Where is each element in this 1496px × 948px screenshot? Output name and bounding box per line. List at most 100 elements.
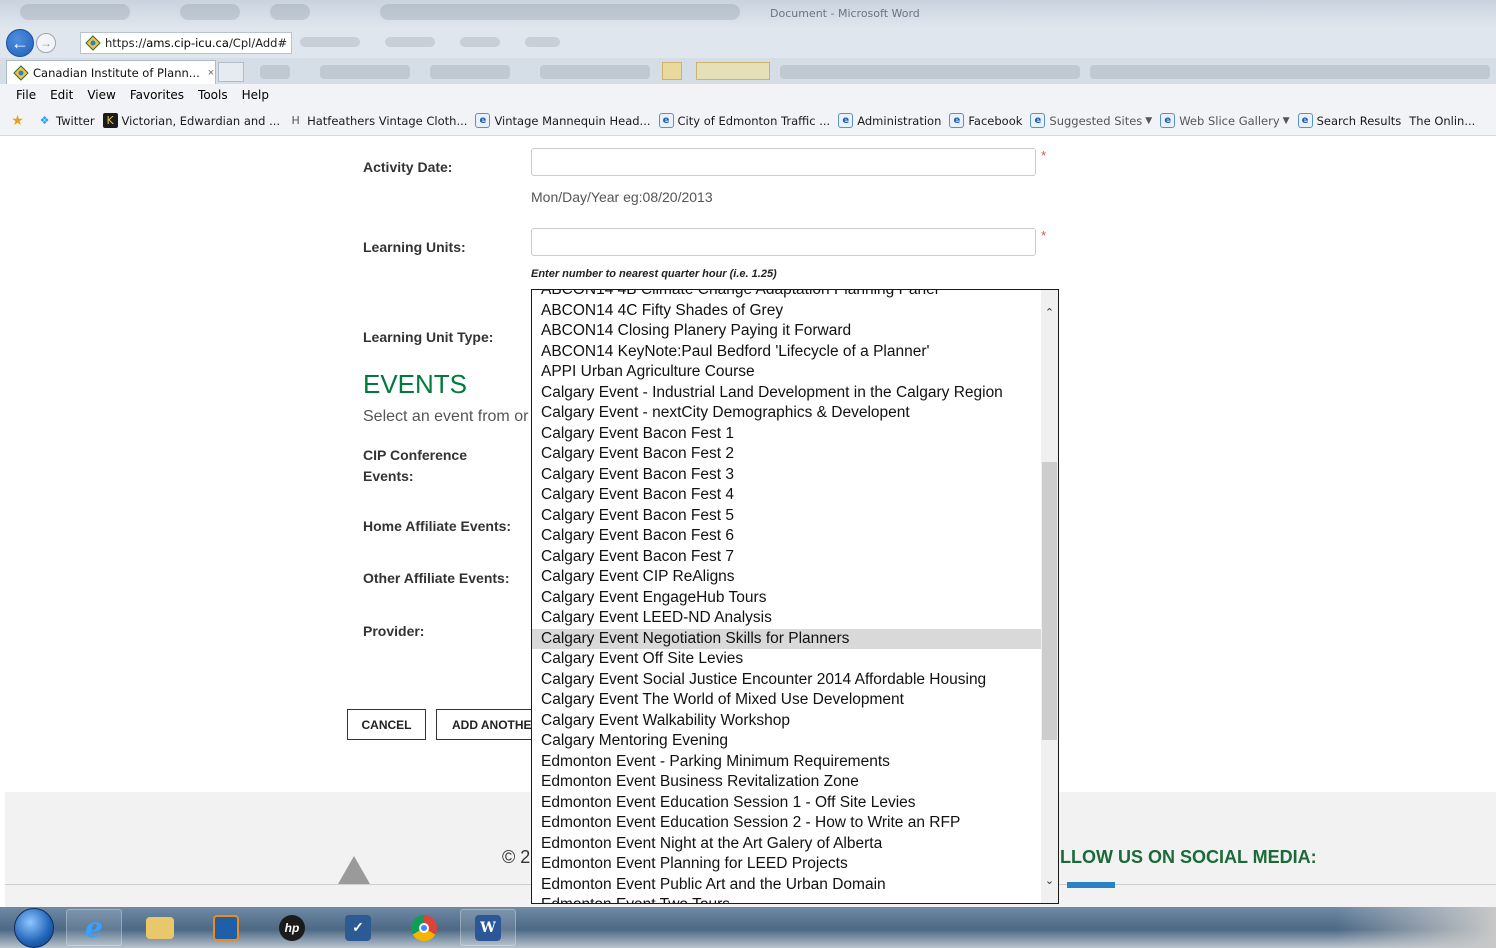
dropdown-option[interactable]: Calgary Event The World of Mixed Use Dev…: [532, 690, 1042, 711]
word-icon: W: [475, 914, 501, 941]
dropdown-option[interactable]: ABCON14 Closing Planery Paying it Forwar…: [532, 321, 1042, 342]
new-tab-button[interactable]: [218, 62, 244, 82]
favorites-star-button[interactable]: ★: [10, 113, 29, 129]
menu-tools[interactable]: Tools: [198, 88, 228, 102]
ie-page-icon: e: [1160, 113, 1176, 128]
dropdown-option[interactable]: ABCON14 KeyNote:Paul Bedford 'Lifecycle …: [532, 342, 1042, 363]
required-mark: *: [1041, 148, 1047, 163]
cip-conference-label-line1: CIP Conference: [363, 447, 467, 463]
dropdown-option[interactable]: ABCON14 4C Fifty Shades of Grey: [532, 301, 1042, 322]
dropdown-options: ABCON14 4B Climate Change Adaptation Pla…: [532, 290, 1042, 903]
favorites-bar: ★ ❖ Twitter K Victorian, Edwardian and ...…: [0, 106, 1496, 136]
favorite-suggested-sites[interactable]: e Suggested Sites ▼: [1030, 113, 1152, 128]
dropdown-option[interactable]: Calgary Event Bacon Fest 7: [532, 547, 1042, 568]
favorite-hatfeathers[interactable]: H Hatfeathers Vintage Cloth...: [288, 113, 467, 128]
menu-help[interactable]: Help: [242, 88, 269, 102]
learning-unit-type-label: Learning Unit Type:: [363, 329, 494, 345]
forward-arrow-icon: →: [40, 36, 52, 50]
dropdown-option[interactable]: Edmonton Event - Parking Minimum Require…: [532, 752, 1042, 773]
internet-explorer-icon: e: [85, 911, 103, 944]
taskbar-media-player[interactable]: [198, 909, 254, 946]
taskbar-internet-explorer[interactable]: e: [66, 909, 122, 946]
dropdown-option[interactable]: Calgary Event - Industrial Land Developm…: [532, 383, 1042, 404]
back-button[interactable]: ←: [6, 29, 34, 57]
provider-label: Provider:: [363, 623, 425, 639]
favorite-facebook[interactable]: e Facebook: [949, 113, 1022, 128]
favorite-victorian[interactable]: K Victorian, Edwardian and ...: [102, 113, 280, 128]
other-affiliate-label: Other Affiliate Events:: [363, 570, 510, 586]
tab-active[interactable]: Canadian Institute of Plann... ×: [6, 60, 216, 84]
dropdown-option[interactable]: Calgary Mentoring Evening: [532, 731, 1042, 752]
dropdown-option[interactable]: Calgary Event Off Site Levies: [532, 649, 1042, 670]
dropdown-option[interactable]: ABCON14 4B Climate Change Adaptation Pla…: [532, 290, 1042, 301]
dropdown-option[interactable]: Calgary Event Bacon Fest 4: [532, 485, 1042, 506]
favorite-web-slice-gallery[interactable]: e Web Slice Gallery ▼: [1160, 113, 1290, 128]
dropdown-option[interactable]: Calgary Event Social Justice Encounter 2…: [532, 670, 1042, 691]
dropdown-scrollbar[interactable]: ⌃ ⌄: [1041, 290, 1058, 903]
dropdown-option[interactable]: APPI Urban Agriculture Course: [532, 362, 1042, 383]
taskbar-word[interactable]: W: [460, 909, 516, 946]
favorite-label: Twitter: [56, 113, 95, 128]
menu-file[interactable]: File: [16, 88, 36, 102]
dropdown-option[interactable]: Edmonton Event Night at the Art Galery o…: [532, 834, 1042, 855]
menu-edit[interactable]: Edit: [50, 88, 73, 102]
taskbar-dashboard[interactable]: ✓: [330, 909, 386, 946]
favorite-the-online[interactable]: The Onlin...: [1409, 114, 1475, 128]
cancel-button[interactable]: CANCEL: [347, 709, 426, 740]
tab-close-icon[interactable]: ×: [208, 67, 214, 79]
footer-social-heading: LLOW US ON SOCIAL MEDIA:: [1060, 847, 1317, 867]
dropdown-option[interactable]: Edmonton Event Public Art and the Urban …: [532, 875, 1042, 896]
forward-button[interactable]: →: [36, 33, 56, 53]
dropdown-option[interactable]: Edmonton Event Business Revitalization Z…: [532, 772, 1042, 793]
dropdown-option[interactable]: Edmonton Event Planning for LEED Project…: [532, 854, 1042, 875]
scroll-top-triangle-icon[interactable]: [338, 856, 370, 884]
favorite-edmonton-traffic[interactable]: e City of Edmonton Traffic ...: [658, 113, 831, 128]
scrollbar-thumb[interactable]: [1042, 462, 1057, 740]
dropdown-option[interactable]: Calgary Event Bacon Fest 5: [532, 506, 1042, 527]
activity-date-hint: Mon/Day/Year eg:08/20/2013: [531, 189, 713, 205]
address-text: https://ams.cip-icu.ca/Cpl/Add#: [105, 36, 287, 50]
dropdown-option[interactable]: Calgary Event Walkability Workshop: [532, 711, 1042, 732]
dropdown-option[interactable]: Calgary Event EngageHub Tours: [532, 588, 1042, 609]
favorite-label: Hatfeathers Vintage Cloth...: [307, 113, 468, 128]
taskbar-file-explorer[interactable]: [132, 909, 188, 946]
learning-units-input[interactable]: [531, 228, 1036, 256]
system-tray: [1336, 907, 1496, 948]
favorite-search-results[interactable]: e Search Results: [1297, 113, 1401, 128]
ie-page-icon: e: [475, 113, 491, 128]
dropdown-option[interactable]: Edmonton Event Education Session 1 - Off…: [532, 793, 1042, 814]
dropdown-option[interactable]: Calgary Event Bacon Fest 1: [532, 424, 1042, 445]
cip-conference-events-dropdown-list[interactable]: ABCON14 4B Climate Change Adaptation Pla…: [531, 289, 1059, 904]
address-scheme: https://: [105, 36, 147, 50]
start-button-icon[interactable]: [14, 908, 54, 948]
taskbar-chrome[interactable]: [396, 909, 452, 946]
dropdown-option[interactable]: Calgary Event Bacon Fest 6: [532, 526, 1042, 547]
add-another-button[interactable]: ADD ANOTHE: [436, 709, 546, 740]
window-title: Document - Microsoft Word: [770, 7, 920, 20]
favorite-administration[interactable]: e Administration: [838, 113, 941, 128]
dropdown-option[interactable]: Calgary Event - nextCity Demographics & …: [532, 403, 1042, 424]
ie-page-icon: e: [1030, 113, 1046, 128]
scroll-up-icon[interactable]: ⌃: [1041, 304, 1058, 321]
activity-date-input[interactable]: [531, 148, 1036, 176]
dropdown-option[interactable]: Edmonton Event Education Session 2 - How…: [532, 813, 1042, 834]
scroll-down-icon[interactable]: ⌄: [1041, 872, 1058, 889]
favorite-label: City of Edmonton Traffic ...: [677, 113, 831, 128]
favorite-mannequin[interactable]: e Vintage Mannequin Head...: [475, 113, 651, 128]
taskbar-hp[interactable]: hp: [264, 909, 320, 946]
dropdown-option[interactable]: Calgary Event LEED-ND Analysis: [532, 608, 1042, 629]
favorite-label: Administration: [857, 113, 942, 128]
favorite-label: Vintage Mannequin Head...: [494, 113, 651, 128]
social-media-icon[interactable]: [1067, 882, 1115, 888]
dropdown-option[interactable]: Calgary Event Bacon Fest 3: [532, 465, 1042, 486]
media-player-icon: [213, 914, 239, 941]
address-bar[interactable]: https://ams.cip-icu.ca/Cpl/Add#: [80, 32, 292, 54]
site-favicon-icon: [13, 64, 29, 81]
dropdown-option[interactable]: Calgary Event Bacon Fest 2: [532, 444, 1042, 465]
favorite-twitter[interactable]: ❖ Twitter: [37, 113, 95, 128]
menu-view[interactable]: View: [87, 88, 115, 102]
dropdown-option-selected[interactable]: Calgary Event Negotiation Skills for Pla…: [532, 628, 1042, 649]
dropdown-option[interactable]: Calgary Event CIP ReAligns: [532, 567, 1042, 588]
dropdown-option[interactable]: Edmonton Event Two Tours: [532, 895, 1042, 903]
menu-favorites[interactable]: Favorites: [130, 88, 184, 102]
